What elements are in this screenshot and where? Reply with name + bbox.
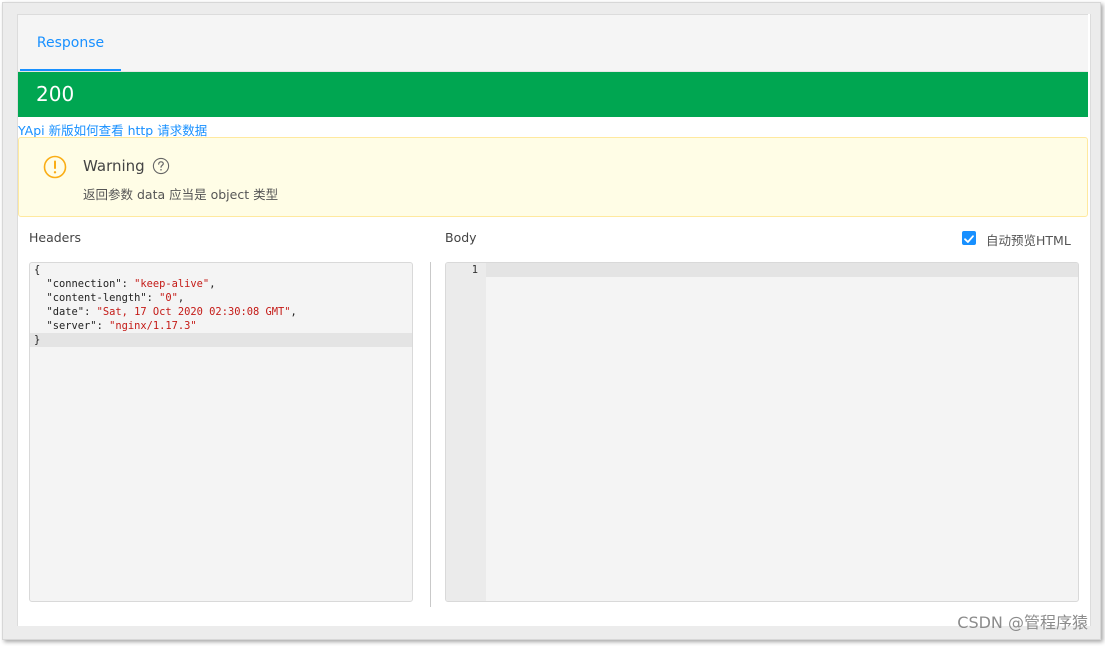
response-panel: Response 200 YApi 新版如何查看 http 请求数据 Warni… xyxy=(17,14,1091,626)
line-number: 1 xyxy=(471,264,478,276)
window-frame: Response 200 YApi 新版如何查看 http 请求数据 Warni… xyxy=(2,2,1101,640)
header-value: "Sat, 17 Oct 2020 02:30:08 GMT" xyxy=(96,306,291,318)
comma: , xyxy=(177,292,185,304)
headers-editor[interactable]: { "connection": "keep-alive", "content-l… xyxy=(29,262,413,602)
header-key: "server" xyxy=(46,320,97,332)
code-line: "content-length": "0", xyxy=(30,291,412,305)
header-value: "0" xyxy=(159,292,178,304)
code-line: "date": "Sat, 17 Oct 2020 02:30:08 GMT", xyxy=(30,305,412,319)
tab-response[interactable]: Response xyxy=(20,15,121,71)
comma: , xyxy=(209,278,216,290)
active-line-highlight xyxy=(486,263,1078,277)
exclamation-circle-icon xyxy=(43,155,67,179)
warning-alert: Warning 返回参数 data 应当是 object 类型 xyxy=(18,137,1088,217)
warning-title: Warning xyxy=(83,157,145,175)
header-key: "date" xyxy=(46,306,85,318)
auto-preview-checkbox[interactable] xyxy=(962,231,976,245)
code-line: { xyxy=(30,263,412,277)
body-label: Body xyxy=(445,230,477,245)
separator: : xyxy=(121,278,135,290)
separator: : xyxy=(146,292,160,304)
open-brace: { xyxy=(34,264,41,276)
header-value: "keep-alive" xyxy=(134,278,210,290)
separator: : xyxy=(96,320,110,332)
question-circle-icon[interactable] xyxy=(152,157,170,175)
code-line-active: } xyxy=(30,333,412,347)
header-key: "connection" xyxy=(46,278,122,290)
panel-divider[interactable] xyxy=(430,262,431,607)
warning-message: 返回参数 data 应当是 object 类型 xyxy=(83,187,279,202)
code-line: "server": "nginx/1.17.3" xyxy=(30,319,412,333)
check-icon xyxy=(964,235,974,243)
line-gutter: 1 xyxy=(446,263,486,601)
status-code-bar: 200 xyxy=(18,72,1088,117)
close-brace: } xyxy=(34,334,41,346)
auto-preview-label[interactable]: 自动预览HTML xyxy=(986,230,1071,249)
separator: : xyxy=(84,306,97,318)
body-editor[interactable]: 1 xyxy=(445,262,1079,602)
headers-label: Headers xyxy=(29,230,82,245)
watermark: CSDN @管程序猿 xyxy=(957,613,1088,632)
tab-bar: Response xyxy=(18,14,1088,72)
header-value: "nginx/1.17.3" xyxy=(109,320,197,332)
code-line: "connection": "keep-alive", xyxy=(30,277,412,291)
comma: , xyxy=(290,306,297,318)
header-key: "content-length" xyxy=(46,292,147,304)
